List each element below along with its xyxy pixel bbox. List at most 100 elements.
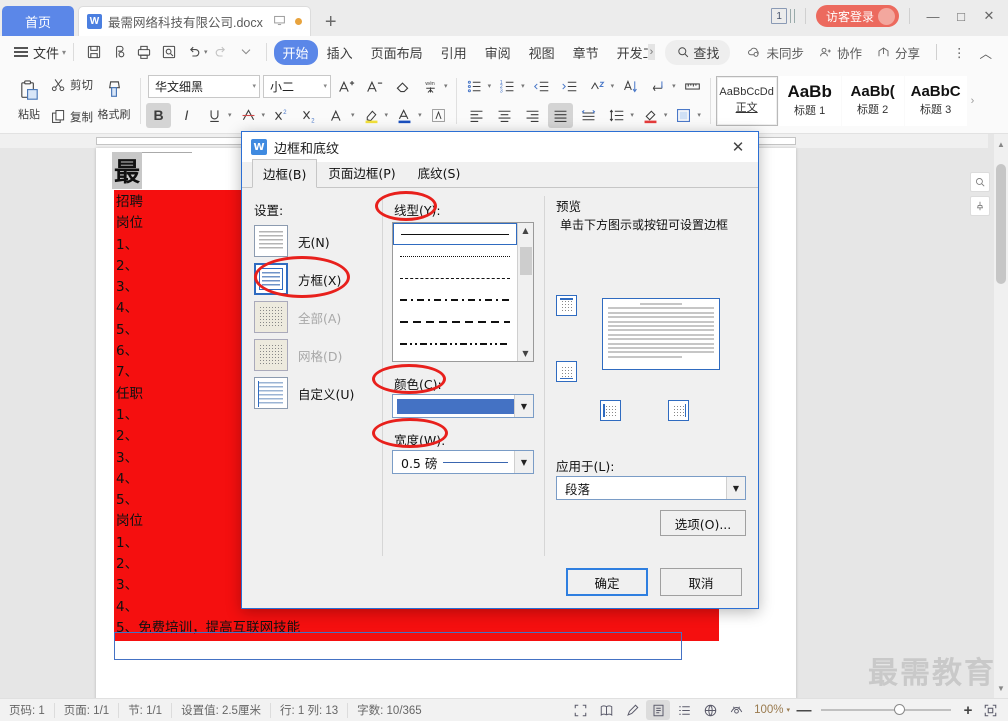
line-style-dash-dot[interactable] xyxy=(393,289,517,311)
vertical-scrollbar[interactable]: ▲ ▼ xyxy=(994,134,1008,698)
format-painter-button[interactable]: 格式刷 xyxy=(93,79,135,122)
chevron-down-icon[interactable]: ▾ xyxy=(385,111,389,119)
print-icon[interactable] xyxy=(131,40,156,64)
ribbon-tab-start[interactable]: 开始 xyxy=(273,39,318,65)
minimize-button[interactable]: — xyxy=(920,3,946,29)
options-button[interactable]: 选项(O)... xyxy=(660,510,746,536)
find-button[interactable]: 查找 xyxy=(665,39,731,65)
outline-view-icon[interactable] xyxy=(672,700,696,720)
ribbon-tab-view[interactable]: 视图 xyxy=(520,40,564,65)
dialog-tab-shading[interactable]: 底纹(S) xyxy=(407,158,472,187)
dialog-tab-borders[interactable]: 边框(B) xyxy=(252,159,318,188)
export-pdf-icon[interactable] xyxy=(106,40,131,64)
fit-page-icon[interactable] xyxy=(978,700,1002,720)
setting-option-custom[interactable]: 自定义(U) xyxy=(254,374,370,412)
reading-layout-icon[interactable] xyxy=(594,700,618,720)
chevron-down-icon[interactable]: ▾ xyxy=(262,111,266,119)
chevron-down-icon[interactable]: ▾ xyxy=(664,111,668,119)
bold-button[interactable]: B xyxy=(146,102,171,128)
strikethrough-button[interactable] xyxy=(236,103,261,128)
web-layout-icon[interactable] xyxy=(698,700,722,720)
redo-icon[interactable] xyxy=(209,40,234,64)
preview-document[interactable] xyxy=(602,298,720,370)
scroll-up-icon[interactable]: ▲ xyxy=(518,223,533,238)
line-style-list[interactable]: ▲ ▼ xyxy=(392,222,534,362)
highlight-color-button[interactable] xyxy=(359,103,384,128)
style-item-heading-3[interactable]: AaBbC 标题 3 xyxy=(904,75,967,126)
share-button[interactable]: 分享 xyxy=(870,40,926,65)
status-page-number[interactable]: 页码: 1 xyxy=(0,702,55,718)
pinyin-sort-button[interactable] xyxy=(585,74,610,99)
maximize-button[interactable]: □ xyxy=(948,3,974,29)
menu-hamburger-icon[interactable] xyxy=(14,47,28,57)
undo-icon[interactable] xyxy=(181,40,206,64)
print-preview-icon[interactable] xyxy=(156,40,181,64)
chevron-down-icon[interactable]: ▾ xyxy=(488,82,492,90)
sidebar-search-button[interactable] xyxy=(970,172,990,192)
empty-bordered-paragraph[interactable] xyxy=(114,632,682,660)
border-width-combo[interactable]: 0.5 磅 ▼ xyxy=(392,450,534,474)
save-icon[interactable] xyxy=(81,40,106,64)
setting-option-all[interactable]: 全部(A) xyxy=(254,298,370,336)
chevron-down-icon[interactable]: ▼ xyxy=(514,451,533,473)
align-left-button[interactable] xyxy=(464,103,489,128)
border-color-combo[interactable]: ▼ xyxy=(392,394,534,418)
status-word-count[interactable]: 字数: 10/365 xyxy=(348,703,431,718)
line-style-dashed-large[interactable] xyxy=(393,311,517,333)
monitor-icon[interactable] xyxy=(273,14,286,30)
cut-button[interactable]: 剪切 xyxy=(50,71,93,99)
font-size-combo[interactable]: 小二 ▾ xyxy=(263,74,332,98)
chevron-down-icon[interactable]: ▾ xyxy=(444,82,448,90)
ribbon-tab-review[interactable]: 审阅 xyxy=(476,40,520,65)
status-row-col[interactable]: 行: 1 列: 13 xyxy=(271,702,349,718)
align-right-button[interactable] xyxy=(520,103,545,128)
file-menu-button[interactable]: 文件 ▾ xyxy=(33,43,66,62)
page-count-badge[interactable]: 1 xyxy=(771,8,787,24)
distribute-button[interactable] xyxy=(576,103,601,128)
style-gallery-more-icon[interactable]: › xyxy=(968,76,975,126)
character-border-button[interactable] xyxy=(426,103,451,128)
setting-option-none[interactable]: 无(N) xyxy=(254,222,370,260)
ribbon-tab-references[interactable]: 引用 xyxy=(432,40,476,65)
font-color-button[interactable] xyxy=(392,103,417,128)
clear-format-icon[interactable] xyxy=(390,74,415,99)
line-style-dash-dot-dot[interactable] xyxy=(393,333,517,355)
chevron-down-icon[interactable]: ▾ xyxy=(697,111,701,119)
zoom-slider-knob[interactable] xyxy=(893,704,905,715)
status-section[interactable]: 节: 1/1 xyxy=(119,702,173,718)
chevron-down-icon[interactable]: ▾ xyxy=(521,82,525,90)
chevron-down-icon[interactable]: ▾ xyxy=(351,111,355,119)
cancel-button[interactable]: 取消 xyxy=(660,568,742,596)
increase-indent-button[interactable] xyxy=(557,74,582,99)
collapse-ribbon-icon[interactable]: ︿ xyxy=(973,40,998,65)
line-style-dotted[interactable] xyxy=(393,245,517,267)
preview-bottom-border-button[interactable] xyxy=(556,361,577,382)
justify-button[interactable] xyxy=(548,102,574,128)
apply-to-combo[interactable]: 段落 ▼ xyxy=(556,476,746,500)
tab-document[interactable]: W 最需网络科技有限公司.docx xyxy=(78,6,311,36)
preview-left-border-button[interactable] xyxy=(600,400,621,421)
setting-option-box[interactable]: 方框(X) xyxy=(254,260,370,298)
superscript-button[interactable]: 2 xyxy=(269,103,294,128)
zoom-in-button[interactable]: + xyxy=(960,702,976,719)
tab-home[interactable]: 首页 xyxy=(2,6,74,36)
preview-right-border-button[interactable] xyxy=(668,400,689,421)
setting-option-grid[interactable]: 网格(D) xyxy=(254,336,370,374)
chevron-down-icon[interactable]: ▾ xyxy=(672,82,676,90)
guest-login-button[interactable]: 访客登录 xyxy=(815,5,899,27)
fullscreen-icon[interactable] xyxy=(568,700,592,720)
scrollbar-thumb[interactable] xyxy=(996,164,1006,284)
chevron-down-icon[interactable]: ▾ xyxy=(418,111,422,119)
show-marks-button[interactable] xyxy=(646,74,671,99)
line-style-dashed-small[interactable] xyxy=(393,267,517,289)
sidebar-pin-button[interactable] xyxy=(970,196,990,216)
line-style-solid[interactable] xyxy=(393,223,517,245)
style-item-heading-1[interactable]: AaBb 标题 1 xyxy=(778,75,841,126)
numbered-list-button[interactable]: 123 xyxy=(495,74,520,99)
eye-protect-icon[interactable] xyxy=(724,700,748,720)
ribbon-tab-section[interactable]: 章节 xyxy=(564,40,608,65)
new-tab-button[interactable]: + xyxy=(325,12,337,36)
italic-button[interactable]: I xyxy=(174,103,199,128)
close-button[interactable]: ✕ xyxy=(976,3,1002,29)
scrollbar-thumb[interactable] xyxy=(520,247,532,275)
